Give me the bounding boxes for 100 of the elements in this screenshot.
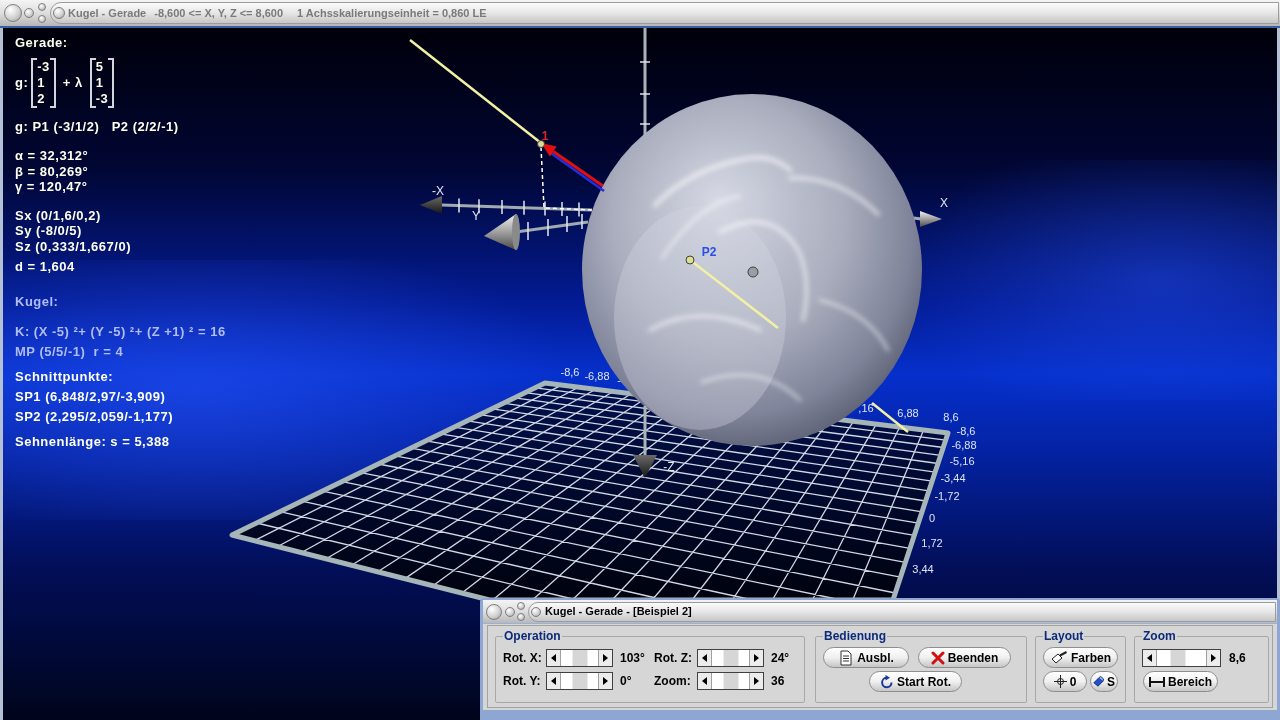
- point-label: 1: [541, 129, 549, 143]
- axis-label: X: [940, 196, 948, 210]
- slider-label: Rot. Y:: [503, 673, 542, 690]
- left-arrow-icon: [1147, 654, 1152, 662]
- axis-tick-label: -5,16: [949, 455, 975, 467]
- window-control-icon[interactable]: [531, 606, 541, 617]
- origin-button[interactable]: 0: [1043, 671, 1087, 692]
- point-label: P2: [701, 245, 717, 259]
- point-marker-icon: [747, 266, 759, 278]
- right-arrow-icon: [1211, 654, 1216, 662]
- slider-control[interactable]: [697, 672, 764, 690]
- vector-entry: 5: [95, 59, 104, 75]
- right-arrow-icon: [754, 654, 759, 662]
- info-text: Sehnenlänge: s = 5,388: [15, 433, 170, 451]
- range-icon: [1149, 676, 1165, 687]
- arrow-button[interactable]: [547, 650, 561, 666]
- slider-value: 0°: [620, 673, 633, 690]
- axis-tick-label: -8,6: [956, 425, 976, 437]
- close-icon: [930, 650, 945, 665]
- axis-tick-label: 1,72: [921, 537, 943, 549]
- window-control-icon[interactable]: [53, 7, 65, 19]
- info-text: g: P1 (-3/1/2) P2 (2/2/-1): [15, 118, 179, 136]
- slider-label: Rot. X:: [503, 650, 543, 667]
- info-text: Sy (-8/0/5): [15, 223, 82, 239]
- info-text: Sz (0,333/1,667/0): [15, 238, 131, 254]
- slider-thumb[interactable]: [722, 673, 739, 689]
- vector-entry: 2: [37, 91, 45, 107]
- window-control-icon[interactable]: [4, 4, 22, 22]
- direction-arrow: [541, 143, 604, 188]
- left-arrow-icon: [702, 654, 707, 662]
- arrow-button[interactable]: [698, 673, 712, 689]
- arrow-button[interactable]: [749, 673, 763, 689]
- slider-label: Rot. Z:: [654, 650, 693, 667]
- slider-label: Zoom:: [654, 673, 692, 690]
- slider-control[interactable]: [1142, 649, 1221, 667]
- info-text: SP2 (2,295/2,059/-1,177): [15, 408, 173, 426]
- arrow-button[interactable]: [1206, 650, 1220, 666]
- point-marker-icon: [685, 255, 695, 265]
- slider-thumb[interactable]: [571, 673, 588, 689]
- axis-tick-label: 8,6: [943, 411, 959, 423]
- info-text: d = 1,604: [15, 258, 75, 276]
- slider-value: 24°: [771, 650, 790, 667]
- slider-control[interactable]: [546, 649, 613, 667]
- axis-tick-label: 6,88: [897, 407, 919, 419]
- axis-tick-label: -3,44: [940, 472, 966, 484]
- axis-tick-label: -6,88: [584, 370, 610, 382]
- left-arrow-icon: [551, 677, 556, 685]
- arrow-button[interactable]: [598, 673, 612, 689]
- vector-entry: -3: [37, 59, 50, 75]
- dashed-guide-line: [540, 146, 593, 211]
- slider-thumb[interactable]: [571, 650, 588, 666]
- arrow-button[interactable]: [598, 650, 612, 666]
- rotate-icon: [880, 674, 894, 689]
- slider-value: 36: [771, 673, 785, 690]
- info-text: MP (5/5/-1) r = 4: [15, 343, 124, 361]
- point-marker-icon: [537, 140, 545, 148]
- range-button[interactable]: Bereich: [1143, 671, 1218, 692]
- vector-operator: + λ: [62, 74, 83, 92]
- axis-label: Y: [472, 209, 480, 223]
- info-text: Schnittpunkte:: [15, 368, 113, 386]
- scale-label: 1 Achsskalierungseinheit = 0,860 LE: [297, 5, 487, 21]
- colors-button[interactable]: Farben: [1043, 647, 1118, 668]
- arrow-button[interactable]: [1143, 650, 1157, 666]
- brush-icon: [1050, 650, 1068, 665]
- slider-thumb[interactable]: [1170, 650, 1187, 666]
- window-control-icon[interactable]: [505, 606, 515, 617]
- axis-tick-label: -6,88: [951, 439, 977, 451]
- info-text: SP1 (6,848/2,97/-3,909): [15, 388, 166, 406]
- right-arrow-icon: [754, 677, 759, 685]
- axis-tick-label: -: [617, 374, 621, 386]
- arrow-button[interactable]: [749, 650, 763, 666]
- arrow-button[interactable]: [547, 673, 561, 689]
- quit-button[interactable]: Beenden: [918, 647, 1011, 668]
- paint-icon: [1093, 675, 1104, 688]
- axis-tick-label: -1,72: [934, 490, 960, 502]
- slider-thumb[interactable]: [722, 650, 739, 666]
- info-text: K: (X -5) ²+ (Y -5) ²+ (Z +1) ² = 16: [15, 323, 226, 341]
- crosshair-icon: [1053, 675, 1067, 688]
- document-icon: [838, 649, 855, 666]
- axis-tick-label: 0: [928, 512, 936, 524]
- info-text: Gerade:: [15, 34, 68, 52]
- axis-label: -Z: [663, 460, 675, 474]
- group-title: Layout: [1043, 629, 1085, 643]
- range-label: -8,600 <= X, Y, Z <= 8,600: [154, 5, 284, 21]
- window-control-icon[interactable]: [486, 603, 502, 620]
- style-button[interactable]: S: [1090, 671, 1118, 692]
- slider-value: 103°: [620, 650, 646, 667]
- slider-control[interactable]: [697, 649, 764, 667]
- group-title: Operation: [503, 629, 562, 643]
- arrow-button[interactable]: [698, 650, 712, 666]
- hide-button[interactable]: Ausbl.: [823, 647, 909, 668]
- axis-label: -X: [432, 184, 444, 198]
- group-title: Zoom: [1142, 629, 1177, 643]
- info-text: Kugel:: [15, 293, 59, 311]
- slider-control[interactable]: [546, 672, 613, 690]
- axis-tick-label: ,16: [858, 402, 874, 414]
- slider-value: 8,6: [1229, 650, 1246, 667]
- axis-tick-label: -8,6: [560, 366, 580, 378]
- window-title: Kugel - Gerade: [68, 5, 147, 21]
- start-rotation-button[interactable]: Start Rot.: [869, 671, 962, 692]
